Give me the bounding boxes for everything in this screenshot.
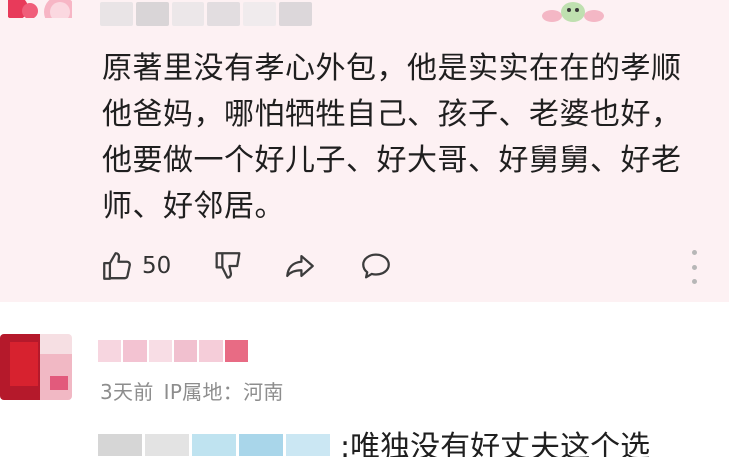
more-options-icon[interactable] [686, 250, 702, 284]
comment-card: 原著里没有孝心外包，他是实实在在的孝顺他爸妈，哪怕牺牲自己、孩子、老婆也好，他要… [0, 0, 729, 302]
share-icon [286, 254, 315, 278]
comment-meta: 3天前 IP属地：河南 [100, 376, 284, 405]
user-avatar[interactable] [4, 0, 76, 28]
username-blurred[interactable] [98, 340, 248, 362]
like-button[interactable]: 50 [100, 249, 171, 283]
ip-location: IP属地：河南 [163, 380, 284, 404]
comment-time: 3天前 [100, 380, 154, 404]
dislike-button[interactable] [211, 249, 245, 283]
like-icon [103, 252, 131, 280]
comment-actions: 50 [100, 246, 393, 286]
comment-text: 原著里没有孝心外包，他是实实在在的孝顺他爸妈，哪怕牺牲自己、孩子、老婆也好，他要… [102, 51, 682, 224]
reply-preview[interactable]: :唯独没有好丈夫这个选 [98, 430, 729, 457]
reply-text: :唯独没有好丈夫这个选 [340, 430, 651, 457]
mentioned-users-blurred[interactable] [98, 434, 330, 456]
decoration-badge-icon [538, 0, 608, 24]
reply-icon [362, 253, 391, 279]
reply-button[interactable] [359, 249, 393, 283]
username-blurred[interactable] [100, 2, 312, 26]
user-avatar[interactable] [0, 334, 72, 400]
dislike-icon [215, 252, 241, 279]
like-count: 50 [142, 253, 172, 279]
share-button[interactable] [283, 249, 317, 283]
